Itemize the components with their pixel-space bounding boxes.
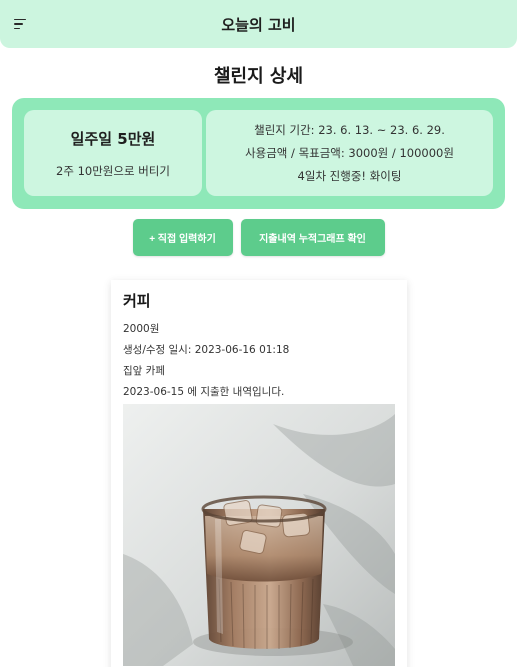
challenge-name-panel: 일주일 5만원 2주 10만원으로 버티기: [24, 110, 202, 196]
expense-title: 커피: [123, 292, 151, 310]
challenge-period: 챌린지 기간: 23. 6. 13. ~ 23. 6. 29.: [254, 123, 445, 137]
expense-spent-date: 2023-06-15 에 지출한 내역입니다.: [123, 386, 285, 398]
direct-input-button[interactable]: + 직접 입력하기: [132, 219, 233, 256]
challenge-summary-card: 일주일 5만원 2주 10만원으로 버티기 챌린지 기간: 23. 6. 13.…: [12, 98, 505, 209]
challenge-description: 2주 10만원으로 버티기: [56, 163, 170, 178]
expense-place: 집앞 카페: [123, 365, 165, 377]
expense-amount: 2000원: [123, 323, 160, 335]
challenge-status: 4일차 진행중! 화이팅: [297, 169, 402, 183]
menu-icon[interactable]: [14, 14, 36, 34]
challenge-name: 일주일 5만원: [70, 129, 156, 148]
expense-card[interactable]: 커피 2000원 생성/수정 일시: 2023-06-16 01:18 집앞 카…: [111, 280, 407, 667]
expense-photo: [123, 404, 395, 666]
app-title: 오늘의 고비: [221, 15, 296, 34]
action-buttons: + 직접 입력하기 지출내역 누적그래프 확인: [0, 219, 517, 256]
expense-created-at: 생성/수정 일시: 2023-06-16 01:18: [123, 344, 290, 356]
challenge-info-panel: 챌린지 기간: 23. 6. 13. ~ 23. 6. 29. 사용금액 / 목…: [206, 110, 493, 196]
expense-graph-button[interactable]: 지출내역 누적그래프 확인: [240, 219, 385, 256]
top-app-bar: 오늘의 고비: [0, 0, 517, 48]
challenge-amounts: 사용금액 / 목표금액: 3000원 / 100000원: [245, 146, 454, 160]
page-title: 챌린지 상세: [213, 66, 304, 87]
